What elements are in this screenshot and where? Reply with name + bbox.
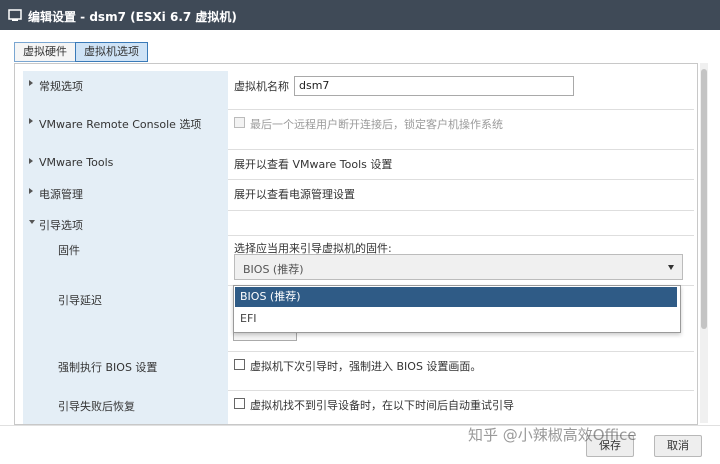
boot-delay-input[interactable] xyxy=(233,332,297,341)
chevron-right-icon[interactable] xyxy=(29,80,33,86)
tab-bar: 虚拟硬件 虚拟机选项 xyxy=(14,42,148,62)
caret-down-icon xyxy=(668,265,674,270)
boot-delay-label: 引导延迟 xyxy=(58,294,102,307)
lock-guest-checkbox[interactable] xyxy=(234,117,245,128)
row-general-header[interactable]: 常规选项 xyxy=(23,71,228,109)
row-power-header[interactable]: 电源管理 xyxy=(23,179,228,210)
vm-settings-icon xyxy=(8,9,22,21)
window-title: 编辑设置 - dsm7 (ESXi 6.7 虚拟机) xyxy=(28,10,237,24)
failed-boot-recovery-label: 引导失败后恢复 xyxy=(58,400,135,413)
row-vmtools: VMware Tools 展开以查看 VMware Tools 设置 xyxy=(23,149,694,180)
firmware-option-bios[interactable]: BIOS (推荐) xyxy=(235,287,677,307)
row-vmrc: VMware Remote Console 选项 最后一个远程用户断开连接后，锁… xyxy=(23,109,694,150)
title-bar: 编辑设置 - dsm7 (ESXi 6.7 虚拟机) xyxy=(0,0,720,30)
firmware-select-value: BIOS (推荐) xyxy=(243,263,304,276)
vm-name-label: 虚拟机名称 xyxy=(234,80,289,93)
row-vmrc-header[interactable]: VMware Remote Console 选项 xyxy=(23,109,228,149)
tab-vm-options[interactable]: 虚拟机选项 xyxy=(75,42,148,62)
row-boot: 引导选项 xyxy=(23,210,694,236)
row-general: 常规选项 虚拟机名称 dsm7 xyxy=(23,71,694,110)
firmware-label: 固件 xyxy=(58,244,80,257)
chevron-down-icon[interactable] xyxy=(29,220,35,224)
settings-panel: 常规选项 虚拟机名称 dsm7 VMware Remote Console 选项… xyxy=(14,63,698,425)
force-bios-label: 强制执行 BIOS 设置 xyxy=(58,361,158,374)
firmware-option-efi[interactable]: EFI xyxy=(235,309,677,329)
row-force-bios: 强制执行 BIOS 设置 虚拟机下次引导时，强制进入 BIOS 设置画面。 xyxy=(23,351,694,391)
chevron-right-icon[interactable] xyxy=(29,118,33,124)
row-vmtools-header[interactable]: VMware Tools xyxy=(23,149,228,179)
row-power: 电源管理 展开以查看电源管理设置 xyxy=(23,179,694,211)
vmtools-summary: 展开以查看 VMware Tools 设置 xyxy=(234,158,393,171)
row-failed-boot-recovery: 引导失败后恢复 虚拟机找不到引导设备时，在以下时间后自动重试引导 xyxy=(23,390,694,424)
row-power-label: 电源管理 xyxy=(39,188,83,201)
row-vmtools-label: VMware Tools xyxy=(39,156,114,169)
chevron-right-icon[interactable] xyxy=(29,158,33,164)
cancel-button[interactable]: 取消 xyxy=(654,435,702,457)
firmware-select[interactable]: BIOS (推荐) xyxy=(234,254,683,280)
row-vmrc-label: VMware Remote Console 选项 xyxy=(39,118,202,131)
row-boot-label: 引导选项 xyxy=(39,219,83,232)
firmware-dropdown: BIOS (推荐) EFI xyxy=(233,285,681,333)
failed-boot-recovery-checkbox-label: 虚拟机找不到引导设备时，在以下时间后自动重试引导 xyxy=(250,399,514,412)
scrollbar-thumb[interactable] xyxy=(701,69,707,329)
watermark: 知乎 @小辣椒高效Office xyxy=(468,426,637,444)
scrollbar[interactable] xyxy=(700,63,708,423)
lock-guest-checkbox-label: 最后一个远程用户断开连接后，锁定客户机操作系统 xyxy=(250,118,503,131)
power-summary: 展开以查看电源管理设置 xyxy=(234,188,355,201)
force-bios-checkbox-label: 虚拟机下次引导时，强制进入 BIOS 设置画面。 xyxy=(250,360,482,373)
row-general-label: 常规选项 xyxy=(39,80,83,93)
force-bios-checkbox[interactable] xyxy=(234,359,245,370)
failed-boot-recovery-checkbox[interactable] xyxy=(234,398,245,409)
row-firmware: 固件 选择应当用来引导虚拟机的固件: BIOS (推荐) xyxy=(23,235,694,286)
tab-virtual-hardware[interactable]: 虚拟硬件 xyxy=(14,42,76,62)
chevron-right-icon[interactable] xyxy=(29,188,33,194)
vm-name-input[interactable]: dsm7 xyxy=(294,76,574,96)
row-boot-header[interactable]: 引导选项 xyxy=(23,210,228,235)
